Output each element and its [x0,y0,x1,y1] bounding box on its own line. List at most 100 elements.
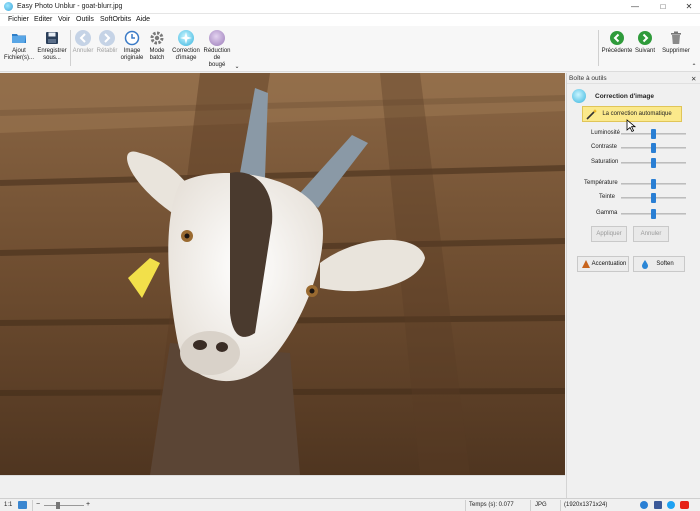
slider-contraste[interactable] [621,143,686,153]
slider-thumb[interactable] [651,143,656,153]
slider-label-saturation: Saturation [591,159,619,165]
auto-correction-label: La correction automatique [602,111,672,117]
slider-teinte[interactable] [621,193,686,203]
save-as-label-1: Enregistrer [37,48,67,54]
original-image-label-1: Image [123,48,141,54]
slider-thumb[interactable] [651,129,656,139]
slider-luminosite[interactable] [621,129,686,139]
toolbar-separator [598,30,599,66]
menu-voir[interactable]: Voir [58,16,70,23]
status-separator [465,500,466,511]
close-button[interactable]: ✕ [676,0,700,14]
cancel-button[interactable]: Annuler [633,226,669,242]
menu-bar: Fichier Editer Voir Outils SoftOrbits Ai… [0,14,700,26]
slider-label-contraste: Contraste [591,144,618,150]
menu-aide[interactable]: Aide [136,16,150,23]
menu-fichier[interactable]: Fichier [8,16,29,23]
redo-button[interactable]: Rétablir [96,28,118,55]
youtube-icon[interactable] [680,501,689,509]
zoom-out-icon[interactable]: − [36,501,40,508]
toolbar-expand-icon[interactable]: ⌃ [690,64,698,71]
previous-label: Précédente [601,48,633,54]
delete-label: Supprimer [662,48,690,54]
sparkle-icon [572,89,586,103]
slider-temperature[interactable] [621,179,686,189]
save-as-button[interactable]: Enregistrer sous... [36,28,68,62]
menu-editer[interactable]: Editer [34,16,52,23]
soften-label: Soften [656,261,674,267]
slider-thumb[interactable] [651,209,656,219]
image-dimensions: (1920x1371x24) [564,502,608,508]
slider-label-temperature: Température [584,180,618,186]
redo-arrow-icon [99,30,115,46]
undo-button[interactable]: Annuler [72,28,94,55]
slider-gamma[interactable] [621,209,686,219]
add-files-label-1: Ajout [12,48,26,54]
status-separator [32,500,33,511]
floppy-disk-icon [44,30,60,46]
status-separator [530,500,531,511]
section-title: Correction d'image [595,93,654,100]
batch-mode-label-2: batch [149,55,165,61]
next-arrow-icon [638,31,652,45]
save-as-label-2: sous... [43,55,61,61]
file-format: JPG [535,502,547,508]
apply-button[interactable]: Appliquer [591,226,627,242]
undo-arrow-icon [75,30,91,46]
sharpen-label: Accentuation [591,261,627,267]
status-bar: 1:1 − + Temps (s): 0.077 JPG (1920x1371x… [0,498,700,511]
redo-label: Rétablir [96,48,118,54]
zoom-slider[interactable] [44,505,84,506]
original-image-label-2: originale [120,55,144,61]
slider-saturation[interactable] [621,158,686,168]
folder-icon [11,30,27,46]
slider-label-luminosite: Luminosité [591,130,621,136]
next-label: Suivant [634,48,655,54]
slider-thumb[interactable] [651,179,656,189]
slider-label-gamma: Gamma [596,210,618,216]
batch-mode-button[interactable]: Mode batch [146,28,168,62]
next-button[interactable]: Suivant [633,28,657,55]
horizontal-scroll-area[interactable] [0,475,565,498]
image-correction-label-2: d'image [175,55,197,61]
maximize-button[interactable]: □ [650,0,676,14]
image-canvas[interactable] [0,73,565,475]
delete-button[interactable]: Supprimer [659,28,693,55]
image-correction-button[interactable]: Correction d'image [170,28,202,62]
batch-mode-label-1: Mode [149,48,165,54]
info-icon[interactable] [640,501,648,509]
toolbox-panel: Boîte à outils ✕ Correction d'image La c… [566,73,700,498]
soften-button[interactable]: Soften [633,256,685,272]
facebook-icon[interactable] [654,501,662,509]
minimize-button[interactable]: — [622,0,648,14]
menu-softorbits[interactable]: SoftOrbits [100,16,131,23]
zoom-ratio-button[interactable]: 1:1 [4,502,12,508]
slider-thumb[interactable] [651,158,656,168]
previous-button[interactable]: Précédente [601,28,633,55]
mouse-cursor-icon [626,119,637,133]
sharpen-icon [581,259,591,276]
toolbox-header: Boîte à outils ✕ [567,73,700,84]
fit-screen-icon[interactable] [18,501,27,509]
sharpen-button[interactable]: Accentuation [577,256,629,272]
slider-thumb[interactable] [651,193,656,203]
toolbox-close-icon[interactable]: ✕ [691,75,696,83]
app-icon [4,2,13,11]
toolbar-overflow-icon[interactable]: ⌄ [233,64,241,71]
shake-reduction-label-1: Réduction [203,48,231,54]
title-bar: Easy Photo Unblur - goat-blurr.jpg — □ ✕ [0,0,700,14]
shake-reduction-button[interactable]: Réduction de bougé [202,28,232,69]
original-image-button[interactable]: Image originale [119,28,145,62]
twitter-icon[interactable] [667,501,675,509]
zoom-in-icon[interactable]: + [86,501,90,508]
previous-arrow-icon [610,31,624,45]
original-image-icon [124,30,140,46]
shake-reduction-label-3: bougé [208,62,226,68]
menu-outils[interactable]: Outils [76,16,94,23]
add-files-button[interactable]: Ajout Fichier(s)... [3,28,35,62]
toolbar-separator [70,30,71,66]
sparkle-icon [178,30,194,46]
undo-label: Annuler [72,48,94,54]
zoom-slider-thumb[interactable] [56,502,60,509]
toolbar: Ajout Fichier(s)... Enregistrer sous... … [0,26,700,72]
